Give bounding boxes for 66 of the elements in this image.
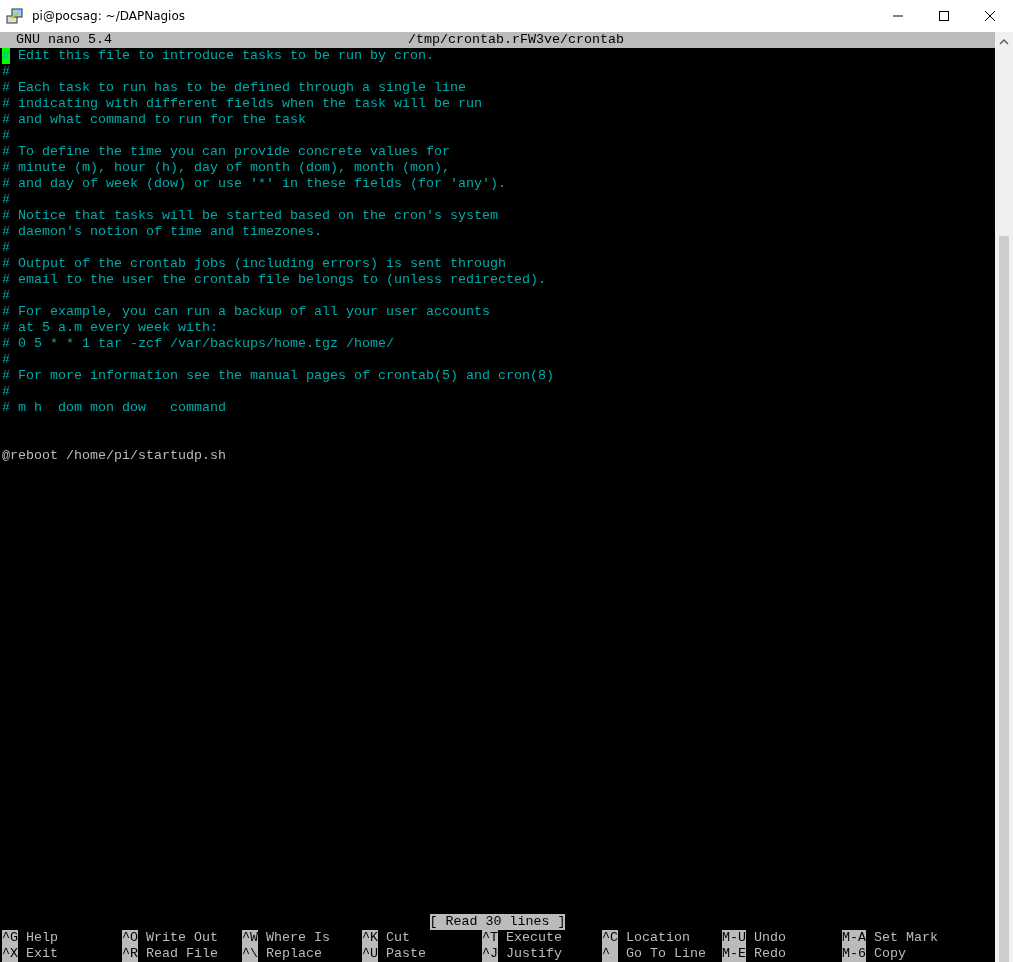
shortcut-key: ^R <box>122 946 138 962</box>
comment-line: # To define the time you can provide concrete values for <box>2 144 450 159</box>
shortcut-key: M-6 <box>842 946 866 962</box>
shortcut-key: M-E <box>722 946 746 962</box>
shortcut-key: ^X <box>2 946 18 962</box>
shortcut-label: Copy <box>874 946 906 962</box>
comment-line: # <box>2 352 10 367</box>
scroll-up-icon[interactable] <box>999 38 1009 46</box>
comment-line: # m h dom mon dow command <box>2 400 226 415</box>
shortcut-label: Paste <box>386 946 426 962</box>
scrollbar[interactable] <box>995 32 1013 962</box>
comment-line: # email to the user the crontab file belongs to (unless redirected). <box>2 272 546 287</box>
shortcut-label: Undo <box>754 930 786 946</box>
comment-line: # For example, you can run a backup of all your user accounts <box>2 304 490 319</box>
shortcut-key: M-U <box>722 930 746 946</box>
close-icon <box>984 10 996 22</box>
shortcut-label: Set Mark <box>874 930 938 946</box>
program-version: GNU nano 5.4 <box>16 32 112 47</box>
shortcut-label: Cut <box>386 930 410 946</box>
comment-line: # indicating with different fields when the task will be run <box>2 96 482 111</box>
comment-line: # Edit this file to introduce tasks to be run by cron. <box>2 48 434 63</box>
comment-line: # daemon's notion of time and timezones. <box>2 224 322 239</box>
status-message: [ Read 30 lines ] <box>429 914 566 930</box>
command-line: @reboot /home/pi/startudp.sh <box>2 448 226 463</box>
shortcut-label: Redo <box>754 946 786 962</box>
shortcut-key: ^C <box>602 930 618 946</box>
maximize-icon <box>938 10 950 22</box>
shortcut-key: ^G <box>2 930 18 946</box>
comment-line: # 0 5 * * 1 tar -zcf /var/backups/home.tgz /home/ <box>2 336 394 351</box>
comment-line: # For more information see the manual pages of crontab(5) and cron(8) <box>2 368 554 383</box>
shortcut-key: ^ <box>602 946 618 962</box>
shortcut-key: ^T <box>482 930 498 946</box>
scrollbar-thumb[interactable] <box>999 236 1009 962</box>
comment-line: # <box>2 240 10 255</box>
comment-line: # at 5 a.m every week with: <box>2 320 218 335</box>
shortcut-label: Go To Line <box>626 946 706 962</box>
shortcut-label: Help <box>26 930 58 946</box>
shortcut-key: ^J <box>482 946 498 962</box>
comment-line: # <box>2 64 10 79</box>
shortcut-label: Justify <box>506 946 562 962</box>
shortcut-key: ^K <box>362 930 378 946</box>
shortcut-label: Location <box>626 930 690 946</box>
file-path: /tmp/crontab.rFW3ve/crontab <box>408 32 624 48</box>
comment-line: # and day of week (dow) or use '*' in these fields (for 'any'). <box>2 176 506 191</box>
comment-line: # Notice that tasks will be started based on the cron's system <box>2 208 498 223</box>
comment-line: # <box>2 192 10 207</box>
shortcut-label: Execute <box>506 930 562 946</box>
shortcut-label: Where Is <box>266 930 330 946</box>
computer-icon <box>6 7 24 25</box>
shortcut-key: ^W <box>242 930 258 946</box>
comment-line: # Output of the crontab jobs (including errors) is sent through <box>2 256 506 271</box>
window-title: pi@pocsag: ~/DAPNagios <box>32 8 186 25</box>
shortcut-key: ^U <box>362 946 378 962</box>
shortcut-label: Write Out <box>146 930 218 946</box>
shortcut-key: M-A <box>842 930 866 946</box>
shortcut-key: ^\ <box>242 946 258 962</box>
comment-line: # minute (m), hour (h), day of month (dom), month (mon), <box>2 160 450 175</box>
shortcut-label: Exit <box>26 946 58 962</box>
shortcut-label: Replace <box>266 946 322 962</box>
comment-line: # <box>2 384 10 399</box>
comment-line: # and what command to run for the task <box>2 112 306 127</box>
shortcut-key: ^O <box>122 930 138 946</box>
comment-line: # <box>2 128 10 143</box>
shortcut-label: Read File <box>146 946 218 962</box>
comment-line: # <box>2 288 10 303</box>
comment-line: # Each task to run has to be defined through a single line <box>2 80 466 95</box>
